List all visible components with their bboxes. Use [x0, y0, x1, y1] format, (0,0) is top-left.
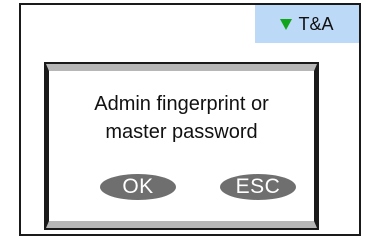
ok-button[interactable]: OK	[100, 174, 176, 200]
auth-dialog: Admin fingerprint or master password OK …	[44, 62, 319, 230]
dialog-message: Admin fingerprint or master password	[94, 93, 269, 143]
esc-button[interactable]: ESC	[220, 174, 296, 200]
status-label: T&A	[298, 13, 334, 34]
device-screen: T&A Admin fingerprint or master password…	[19, 3, 361, 236]
triangle-down-icon	[280, 19, 293, 30]
status-badge: T&A	[255, 5, 359, 43]
